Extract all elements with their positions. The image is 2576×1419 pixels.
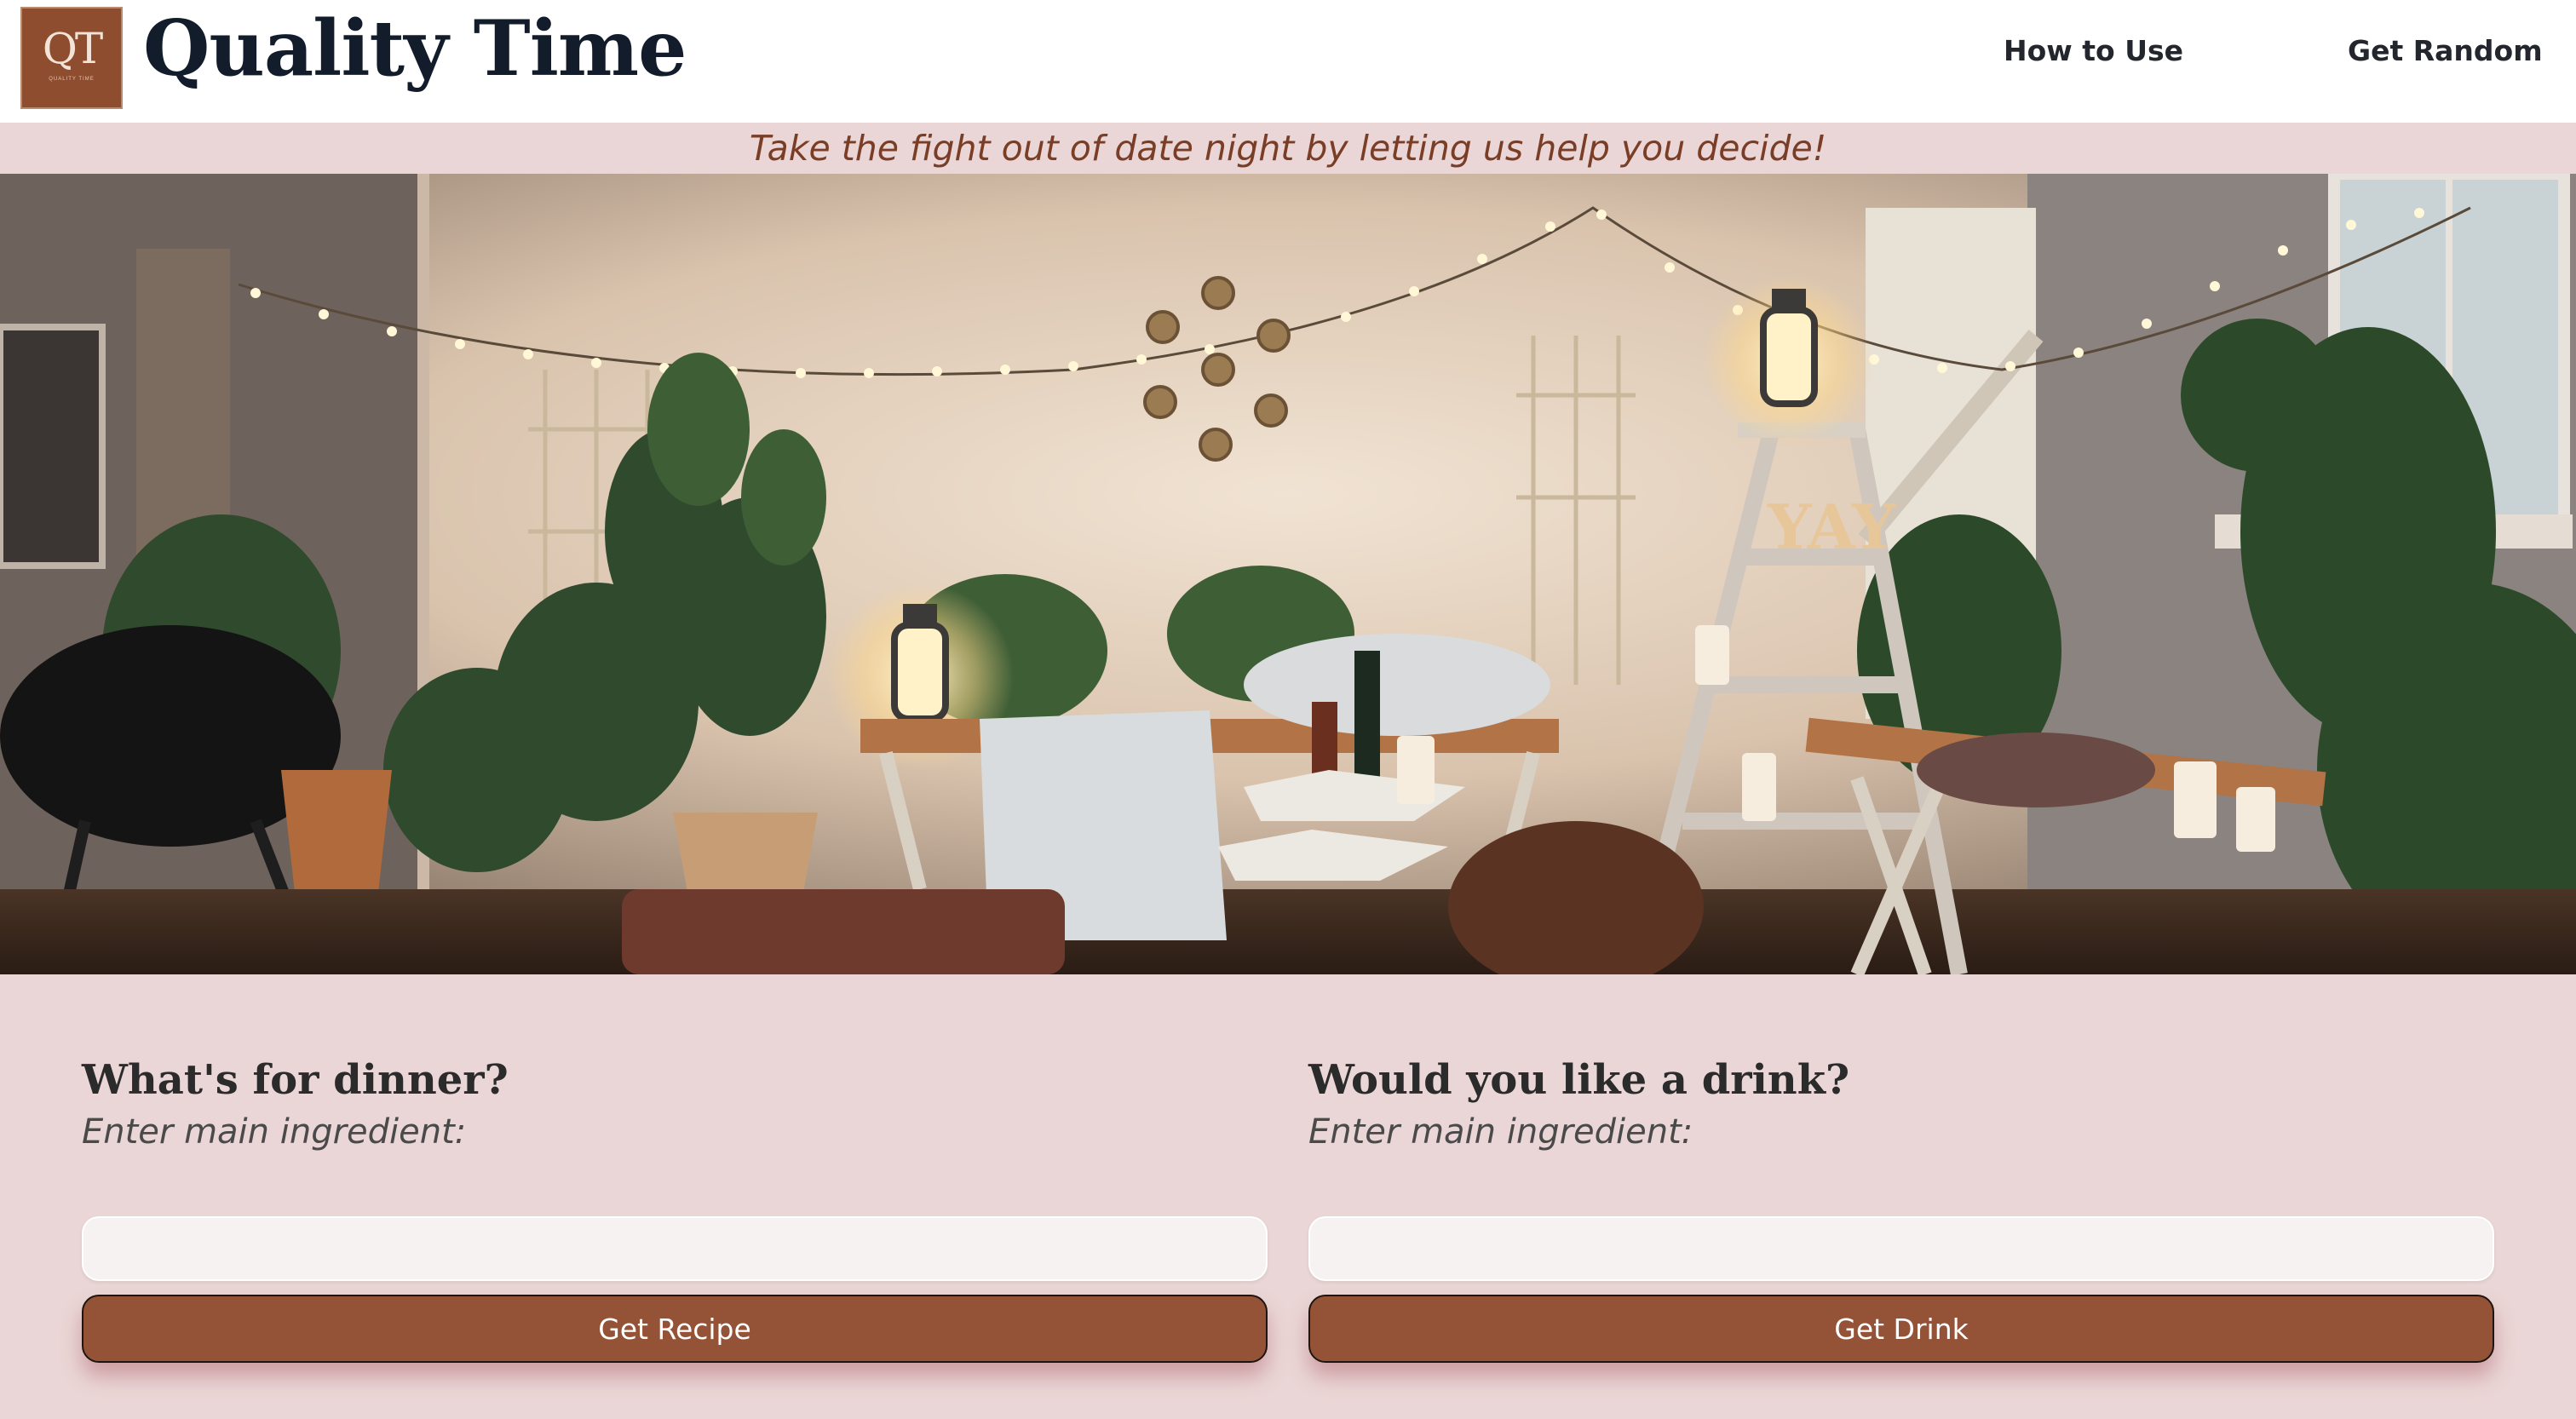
logo-monogram: QT: [42, 24, 103, 73]
nav-how-to-use[interactable]: How to Use: [2004, 34, 2183, 67]
dinner-ingredient-input[interactable]: [82, 1216, 1268, 1281]
hero-image: YAY: [0, 174, 2576, 974]
drink-hint: Enter main ingredient:: [1308, 1112, 1693, 1152]
marquee-sign: YAY: [1767, 491, 1897, 563]
dinner-hint: Enter main ingredient:: [82, 1112, 467, 1152]
get-recipe-button[interactable]: Get Recipe: [82, 1295, 1268, 1363]
site-logo[interactable]: QT QUALITY TIME: [20, 7, 123, 109]
drink-section: Would you like a drink? Enter main ingre…: [1308, 1053, 2494, 1363]
get-drink-button[interactable]: Get Drink: [1308, 1295, 2494, 1363]
drink-ingredient-input[interactable]: [1308, 1216, 2494, 1281]
site-header: QT QUALITY TIME Quality Time How to Use …: [0, 0, 2576, 123]
logo-subtext: QUALITY TIME: [49, 77, 95, 82]
tagline: Take the fight out of date night by lett…: [749, 128, 1827, 169]
site-title: Quality Time: [143, 3, 687, 94]
drink-heading: Would you like a drink?: [1308, 1056, 1850, 1104]
nav-get-random[interactable]: Get Random: [2348, 34, 2543, 67]
dinner-section: What's for dinner? Enter main ingredient…: [82, 1053, 1268, 1363]
dinner-heading: What's for dinner?: [82, 1056, 509, 1104]
